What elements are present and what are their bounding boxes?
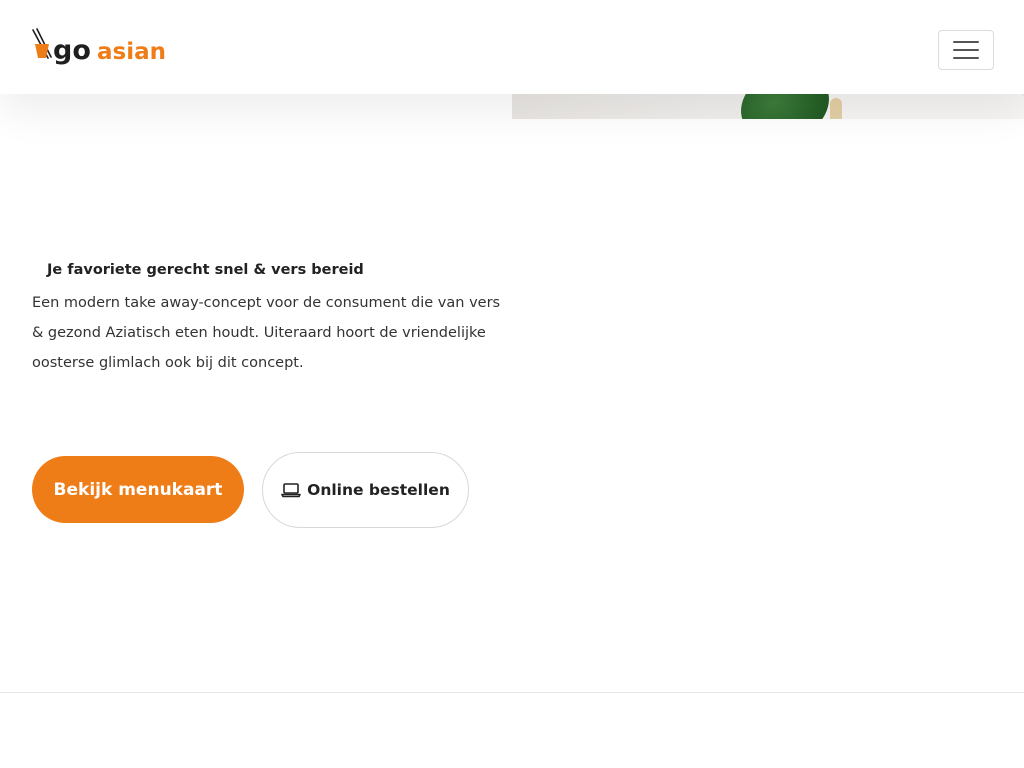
order-online-button[interactable]: Online bestellen [262,452,469,528]
hamburger-icon-bar [953,57,979,59]
menu-toggle-button[interactable] [938,30,994,70]
hero-tagline: Je favoriete gerecht snel & vers bereid [47,262,364,278]
logo-text-asian: asian [97,39,166,65]
view-menu-button[interactable]: Bekijk menukaart [32,456,244,523]
hero-noodle [830,98,842,119]
logo[interactable]: go asian [32,28,188,70]
hamburger-icon-bar [953,41,979,43]
go-asian-logo: go asian [32,28,166,66]
order-online-button-label: Online bestellen [307,481,450,499]
logo-text-go: go [53,35,91,66]
laptop-icon [281,483,301,498]
site-header: go asian [0,0,1024,94]
section-divider [0,692,1024,693]
hamburger-icon-bar [953,49,979,51]
hero-intro-text: Een modern take away-concept voor de con… [32,295,501,371]
view-menu-button-label: Bekijk menukaart [53,479,223,500]
